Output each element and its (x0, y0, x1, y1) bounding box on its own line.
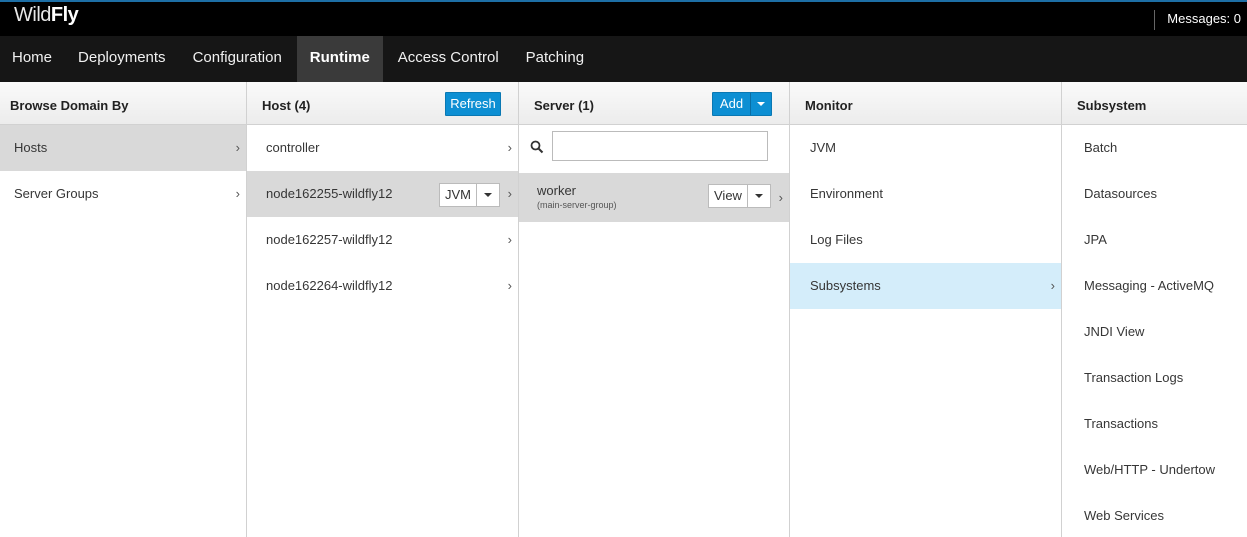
subsystem-item-label: Transactions (1084, 416, 1158, 431)
host-item-node162257[interactable]: node162257-wildfly12 › (247, 217, 518, 263)
logo-text-fly: Fly (50, 4, 79, 26)
subsystem-item-batch[interactable]: Batch (1062, 125, 1247, 171)
subsystem-item-label: Datasources (1084, 186, 1157, 201)
host-item-label: controller (266, 140, 320, 155)
monitor-title: Monitor (805, 98, 853, 113)
subsystem-item-label: Web/HTTP - Undertow (1084, 462, 1216, 477)
messages-counter[interactable]: Messages: 0 (1154, 10, 1241, 30)
jvm-dropdown-toggle[interactable] (477, 184, 499, 206)
host-item-node162255[interactable]: node162255-wildfly12 JVM › (247, 171, 518, 217)
host-item-controller[interactable]: controller › (247, 125, 518, 171)
add-dropdown-toggle[interactable] (751, 93, 771, 115)
subsystem-item-transaction-logs[interactable]: Transaction Logs (1062, 355, 1247, 401)
chevron-right-icon: › (235, 186, 240, 201)
nav-home[interactable]: Home (0, 36, 64, 82)
nav-deployments[interactable]: Deployments (66, 36, 178, 82)
browse-item-label: Server Groups (14, 186, 99, 201)
nav-access-control[interactable]: Access Control (386, 36, 511, 82)
host-item-label: node162257-wildfly12 (266, 232, 393, 247)
subsystem-item-undertow[interactable]: Web/HTTP - Undertow (1062, 447, 1247, 493)
browse-domain-title: Browse Domain By (10, 98, 129, 113)
browse-domain-header: Browse Domain By (0, 82, 246, 125)
monitor-item-label: Environment (810, 186, 883, 201)
host-item-label: node162255-wildfly12 (266, 186, 393, 201)
nav-patching[interactable]: Patching (514, 36, 596, 82)
refresh-button[interactable]: Refresh (445, 92, 501, 116)
add-split-button: Add (712, 92, 772, 116)
server-title: Server (1) (534, 98, 594, 113)
host-header: Host (4) Refresh (247, 82, 518, 125)
subsystem-item-transactions[interactable]: Transactions (1062, 401, 1247, 447)
chevron-right-icon: › (507, 140, 512, 155)
caret-down-icon (757, 102, 765, 106)
subsystem-item-label: Web Services (1084, 508, 1164, 523)
subsystem-item-datasources[interactable]: Datasources (1062, 171, 1247, 217)
server-search-input[interactable] (552, 131, 768, 161)
subsystem-item-messaging[interactable]: Messaging - ActiveMQ (1062, 263, 1247, 309)
chevron-right-icon: › (507, 186, 512, 201)
subsystem-item-jndi-view[interactable]: JNDI View (1062, 309, 1247, 355)
monitor-header: Monitor (790, 82, 1061, 125)
subsystem-item-web-services[interactable]: Web Services (1062, 493, 1247, 537)
monitor-item-label: Subsystems (810, 278, 881, 293)
jvm-split-button: JVM (439, 183, 500, 207)
view-split-button: View (708, 184, 771, 208)
main-nav: Home Deployments Configuration Runtime A… (0, 36, 1247, 82)
top-bar: WildFly Messages: 0 (0, 0, 1247, 36)
add-button[interactable]: Add (713, 93, 751, 115)
subsystem-item-jpa[interactable]: JPA (1062, 217, 1247, 263)
monitor-item-label: Log Files (810, 232, 863, 247)
chevron-right-icon: › (778, 190, 783, 205)
server-item-worker[interactable]: worker (main-server-group) View › (519, 173, 789, 222)
view-button[interactable]: View (709, 185, 748, 207)
nav-configuration[interactable]: Configuration (181, 36, 294, 82)
monitor-item-subsystems[interactable]: Subsystems › (790, 263, 1061, 309)
subsystem-item-label: Batch (1084, 140, 1118, 155)
chevron-right-icon: › (507, 278, 512, 293)
chevron-right-icon: › (507, 232, 512, 247)
view-dropdown-toggle[interactable] (748, 185, 770, 207)
server-group-label: (main-server-group) (537, 200, 617, 210)
browse-item-server-groups[interactable]: Server Groups › (0, 171, 246, 217)
subsystem-item-label: Transaction Logs (1084, 370, 1184, 385)
wildfly-logo[interactable]: WildFly (14, 4, 79, 27)
jvm-button[interactable]: JVM (440, 184, 477, 206)
search-icon (530, 140, 544, 154)
subsystem-item-label: JNDI View (1084, 324, 1145, 339)
chevron-right-icon: › (1050, 278, 1055, 293)
logo-text-wild: Wild (14, 4, 51, 26)
browse-item-label: Hosts (14, 140, 48, 155)
caret-down-icon (484, 193, 492, 197)
host-item-node162264[interactable]: node162264-wildfly12 › (247, 263, 518, 309)
subsystem-column: Subsystem Batch Datasources JPA Messagin… (1062, 82, 1247, 537)
server-search (519, 125, 789, 173)
browse-domain-column: Browse Domain By Hosts › Server Groups › (0, 82, 247, 537)
browse-item-hosts[interactable]: Hosts › (0, 125, 246, 171)
server-header: Server (1) Add (519, 82, 789, 125)
monitor-item-label: JVM (810, 140, 836, 155)
subsystem-title: Subsystem (1077, 98, 1147, 113)
nav-runtime[interactable]: Runtime (296, 36, 383, 82)
subsystem-item-label: JPA (1084, 232, 1107, 247)
subsystem-item-label: Messaging - ActiveMQ (1084, 278, 1215, 293)
monitor-item-jvm[interactable]: JVM (790, 125, 1061, 171)
subsystem-header: Subsystem (1062, 82, 1247, 125)
chevron-right-icon: › (235, 140, 240, 155)
server-name: worker (537, 183, 577, 198)
monitor-item-log-files[interactable]: Log Files (790, 217, 1061, 263)
host-title: Host (4) (262, 98, 311, 113)
host-item-label: node162264-wildfly12 (266, 278, 393, 293)
monitor-item-environment[interactable]: Environment (790, 171, 1061, 217)
monitor-column: Monitor JVM Environment Log Files Subsys… (790, 82, 1062, 537)
caret-down-icon (754, 194, 763, 198)
server-column: Server (1) Add worker (main-server-group… (519, 82, 790, 537)
host-column: Host (4) Refresh controller › node162255… (247, 82, 519, 537)
